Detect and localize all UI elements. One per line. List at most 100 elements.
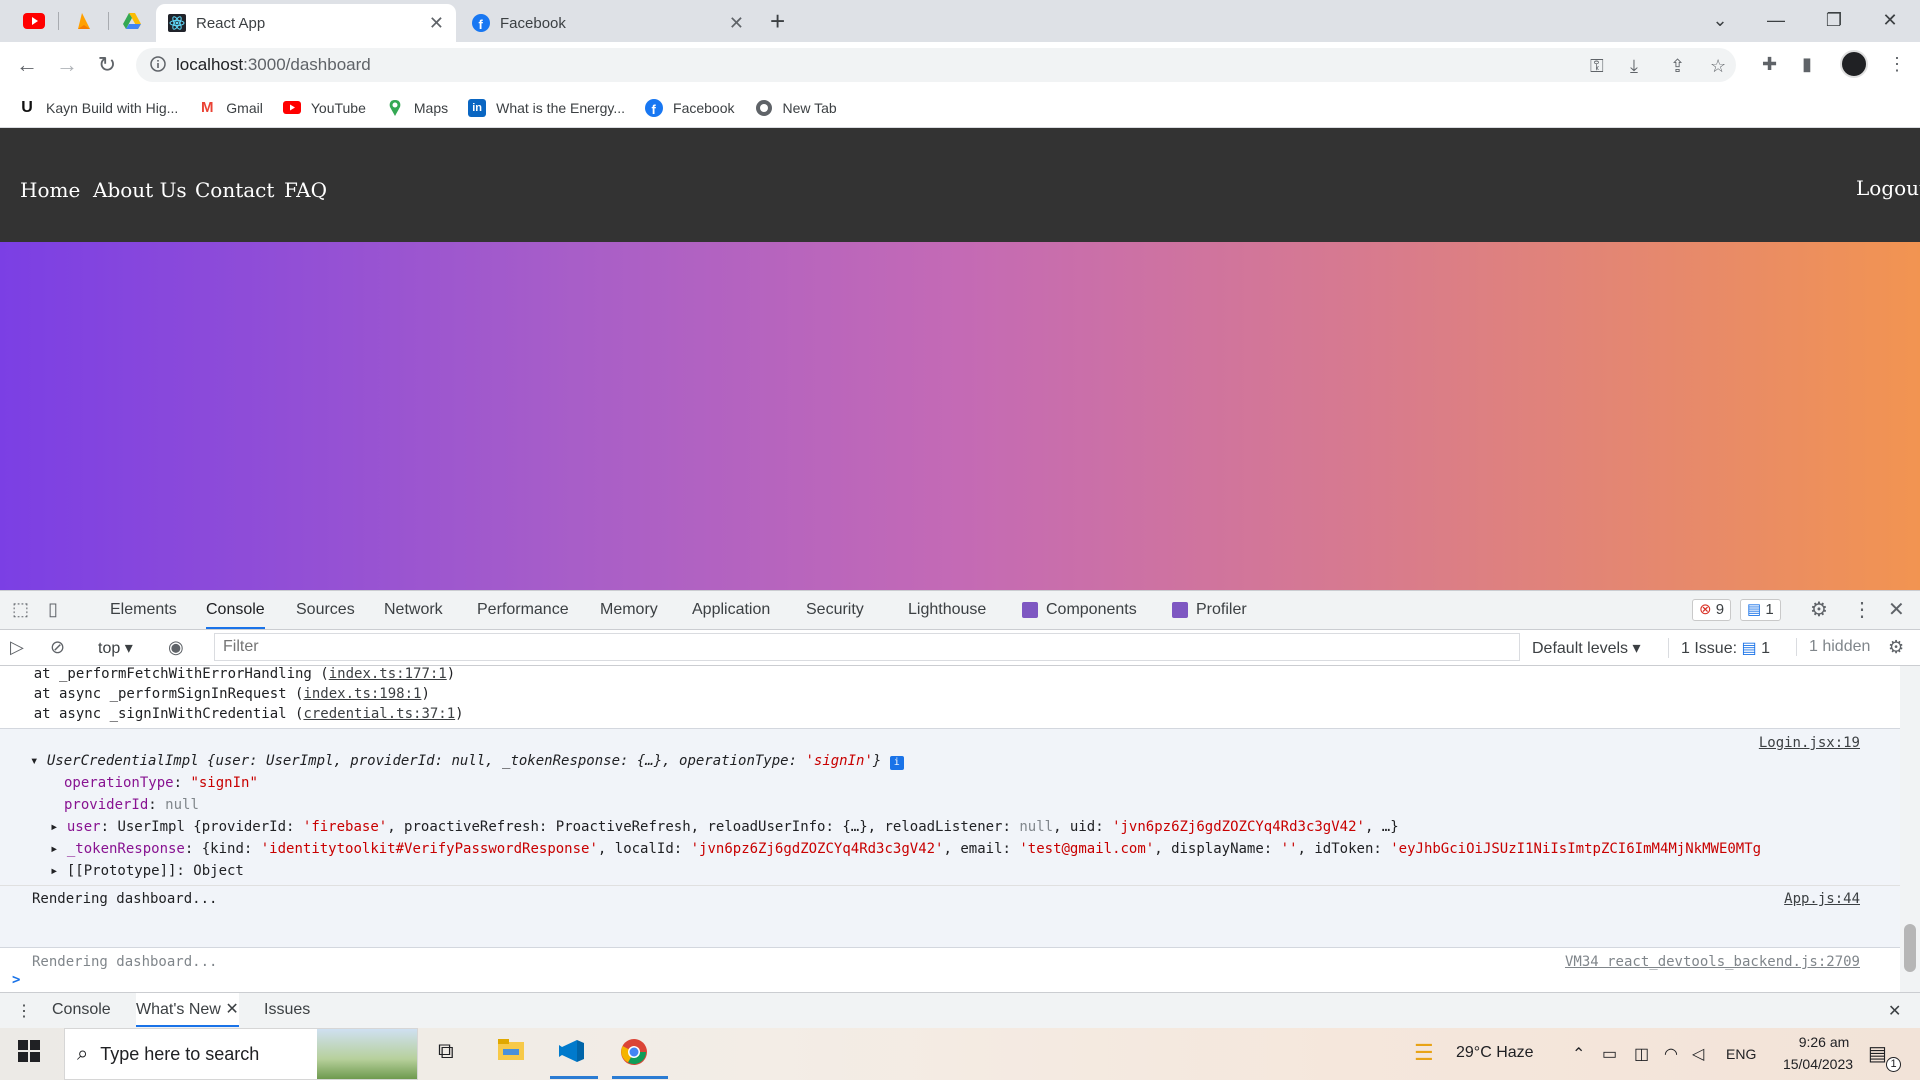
sidebar-toggle-icon[interactable]: ▷ — [10, 637, 24, 658]
windows-start-icon[interactable] — [18, 1040, 40, 1068]
nav-contact-link[interactable]: Contact — [195, 178, 274, 202]
error-count-badge[interactable]: ⊗ 9 — [1692, 599, 1732, 621]
console-filter-input[interactable] — [214, 633, 1520, 661]
new-tab-button[interactable]: + — [770, 8, 785, 34]
install-icon[interactable]: ⤓ — [1630, 56, 1638, 77]
console-settings-gear-icon[interactable]: ⚙ — [1888, 637, 1904, 658]
object-property-token[interactable]: ▸ _tokenResponse: {kind: 'identitytoolki… — [50, 841, 1900, 857]
device-toolbar-icon[interactable]: ▯ — [48, 599, 58, 620]
file-explorer-icon[interactable] — [498, 1038, 524, 1066]
devtools-tab-security[interactable]: Security — [806, 591, 864, 629]
back-button[interactable]: ← — [12, 50, 42, 80]
bookmark-facebook[interactable]: f Facebook — [645, 98, 735, 117]
profile-avatar[interactable] — [1840, 50, 1868, 78]
inspect-element-icon[interactable]: ⬚ — [12, 599, 29, 620]
close-tab-icon[interactable]: ✕ — [729, 13, 744, 34]
taskbar-search-box[interactable]: ⌕ Type here to search — [64, 1028, 418, 1080]
devtools-tab-memory[interactable]: Memory — [600, 591, 658, 629]
devtools-tab-elements[interactable]: Elements — [110, 591, 177, 629]
drawer-tab-console[interactable]: Console — [52, 1001, 111, 1019]
source-link[interactable]: VM34 react_devtools_backend.js:2709 — [1565, 954, 1860, 970]
devtools-tab-console[interactable]: Console — [206, 591, 265, 629]
volume-icon[interactable]: ◁ — [1692, 1044, 1704, 1064]
devtools-tab-performance[interactable]: Performance — [477, 591, 569, 629]
live-expression-eye-icon[interactable]: ◉ — [168, 637, 184, 658]
devtools-tab-network[interactable]: Network — [384, 591, 443, 629]
show-hidden-icons-chevron-icon[interactable]: ⌃ — [1572, 1044, 1585, 1064]
source-link[interactable]: credential.ts:37:1 — [303, 706, 455, 722]
bookmark-new-tab[interactable]: New Tab — [755, 99, 837, 117]
battery-icon[interactable]: ▭ — [1602, 1044, 1617, 1064]
object-summary[interactable]: ▾ UserCredentialImpl {user: UserImpl, pr… — [30, 753, 1900, 770]
share-icon[interactable]: ⇪ — [1670, 56, 1685, 77]
bookmark-youtube[interactable]: YouTube — [282, 99, 366, 117]
clock-date[interactable]: 15/04/2023 — [1772, 1056, 1864, 1072]
restore-button[interactable]: ❐ — [1814, 4, 1854, 36]
side-panel-icon[interactable]: ▮ — [1802, 54, 1812, 75]
pinned-tab-youtube[interactable] — [20, 8, 48, 34]
devtools-tab-lighthouse[interactable]: Lighthouse — [908, 591, 986, 629]
context-selector[interactable]: top ▾ — [98, 638, 133, 658]
scrollbar-thumb[interactable] — [1904, 924, 1916, 972]
info-icon[interactable]: i — [889, 756, 904, 770]
close-drawer-tab-icon[interactable]: ✕ — [225, 1001, 238, 1018]
clock-time[interactable]: 9:26 am — [1784, 1034, 1864, 1050]
source-link[interactable]: index.ts:177:1 — [329, 666, 447, 682]
forward-button[interactable]: → — [52, 50, 82, 80]
notifications-icon[interactable]: ▤ — [1868, 1041, 1887, 1066]
source-link[interactable]: App.js:44 — [1784, 891, 1860, 907]
clear-console-icon[interactable]: ⊘ — [50, 637, 65, 658]
key-icon[interactable]: ⚿ — [1590, 56, 1604, 77]
pinned-tab-drive[interactable] — [118, 8, 146, 34]
object-prototype[interactable]: ▸ [[Prototype]]: Object — [50, 863, 1900, 879]
bookmark-gmail[interactable]: M Gmail — [198, 99, 263, 117]
bookmark-linkedin[interactable]: in What is the Energy... — [468, 98, 625, 117]
issues-counter[interactable]: 1 Issue: ▤ 1 — [1668, 638, 1770, 658]
settings-gear-icon[interactable]: ⚙ — [1810, 597, 1828, 622]
bookmark-star-icon[interactable]: ☆ — [1710, 56, 1726, 77]
minimize-button[interactable]: — — [1756, 4, 1796, 36]
bookmark-kayn[interactable]: U Kayn Build with Hig... — [18, 99, 178, 117]
tab-search-chevron-icon[interactable]: ⌄ — [1700, 4, 1740, 36]
chrome-menu-icon[interactable]: ⋮ — [1888, 54, 1906, 75]
drawer-tab-whats-new[interactable]: What's New ✕ — [136, 993, 239, 1027]
devtools-tab-components[interactable]: Components — [1046, 591, 1137, 629]
close-window-button[interactable]: ✕ — [1870, 4, 1910, 36]
close-tab-icon[interactable]: ✕ — [429, 13, 444, 34]
devtools-menu-icon[interactable]: ⋮ — [1852, 597, 1872, 622]
close-drawer-icon[interactable]: ✕ — [1888, 1001, 1901, 1021]
devtools-tab-sources[interactable]: Sources — [296, 591, 355, 629]
message-count-badge[interactable]: ▤ 1 — [1740, 599, 1781, 621]
meet-now-icon[interactable]: ◫ — [1634, 1044, 1649, 1064]
nav-faq-link[interactable]: FAQ — [284, 178, 327, 202]
log-levels-dropdown[interactable]: Default levels ▾ — [1532, 638, 1641, 658]
drawer-menu-icon[interactable]: ⋮ — [16, 1001, 32, 1021]
weather-haze-icon[interactable]: ☰ — [1414, 1040, 1434, 1066]
extensions-puzzle-icon[interactable]: ✚ — [1762, 54, 1777, 75]
object-property-user[interactable]: ▸ user: UserImpl {providerId: 'firebase'… — [50, 819, 1900, 835]
tab-react-app[interactable]: React App ✕ — [156, 4, 456, 42]
wifi-icon[interactable]: ◠ — [1664, 1044, 1678, 1064]
chrome-icon[interactable] — [620, 1038, 648, 1072]
devtools-tab-profiler[interactable]: Profiler — [1196, 591, 1247, 629]
nav-home-link[interactable]: Home — [20, 178, 80, 202]
site-info-icon[interactable] — [150, 55, 166, 75]
vscode-icon[interactable] — [558, 1038, 584, 1070]
logout-link[interactable]: Logout — [1856, 176, 1920, 200]
address-bar[interactable]: localhost:3000/dashboard ⚿ ⤓ ⇪ ☆ — [136, 48, 1736, 82]
console-prompt[interactable]: > — [12, 972, 1900, 988]
source-link[interactable]: Login.jsx:19 — [1759, 735, 1860, 751]
pinned-tab-firebase[interactable] — [70, 8, 98, 34]
language-indicator[interactable]: ENG — [1726, 1046, 1756, 1062]
source-link[interactable]: index.ts:198:1 — [303, 686, 421, 702]
nav-about-link[interactable]: About Us — [93, 178, 187, 202]
reload-button[interactable]: ↻ — [92, 50, 122, 80]
close-devtools-icon[interactable]: ✕ — [1888, 597, 1905, 622]
bookmark-maps[interactable]: Maps — [386, 99, 448, 117]
drawer-tab-issues[interactable]: Issues — [264, 1001, 310, 1019]
task-view-icon[interactable]: ⧉ — [438, 1038, 454, 1064]
console-scrollbar[interactable] — [1900, 666, 1920, 992]
tab-facebook[interactable]: f Facebook ✕ — [460, 4, 756, 42]
devtools-tab-application[interactable]: Application — [692, 591, 770, 629]
weather-text[interactable]: 29°C Haze — [1456, 1044, 1534, 1062]
